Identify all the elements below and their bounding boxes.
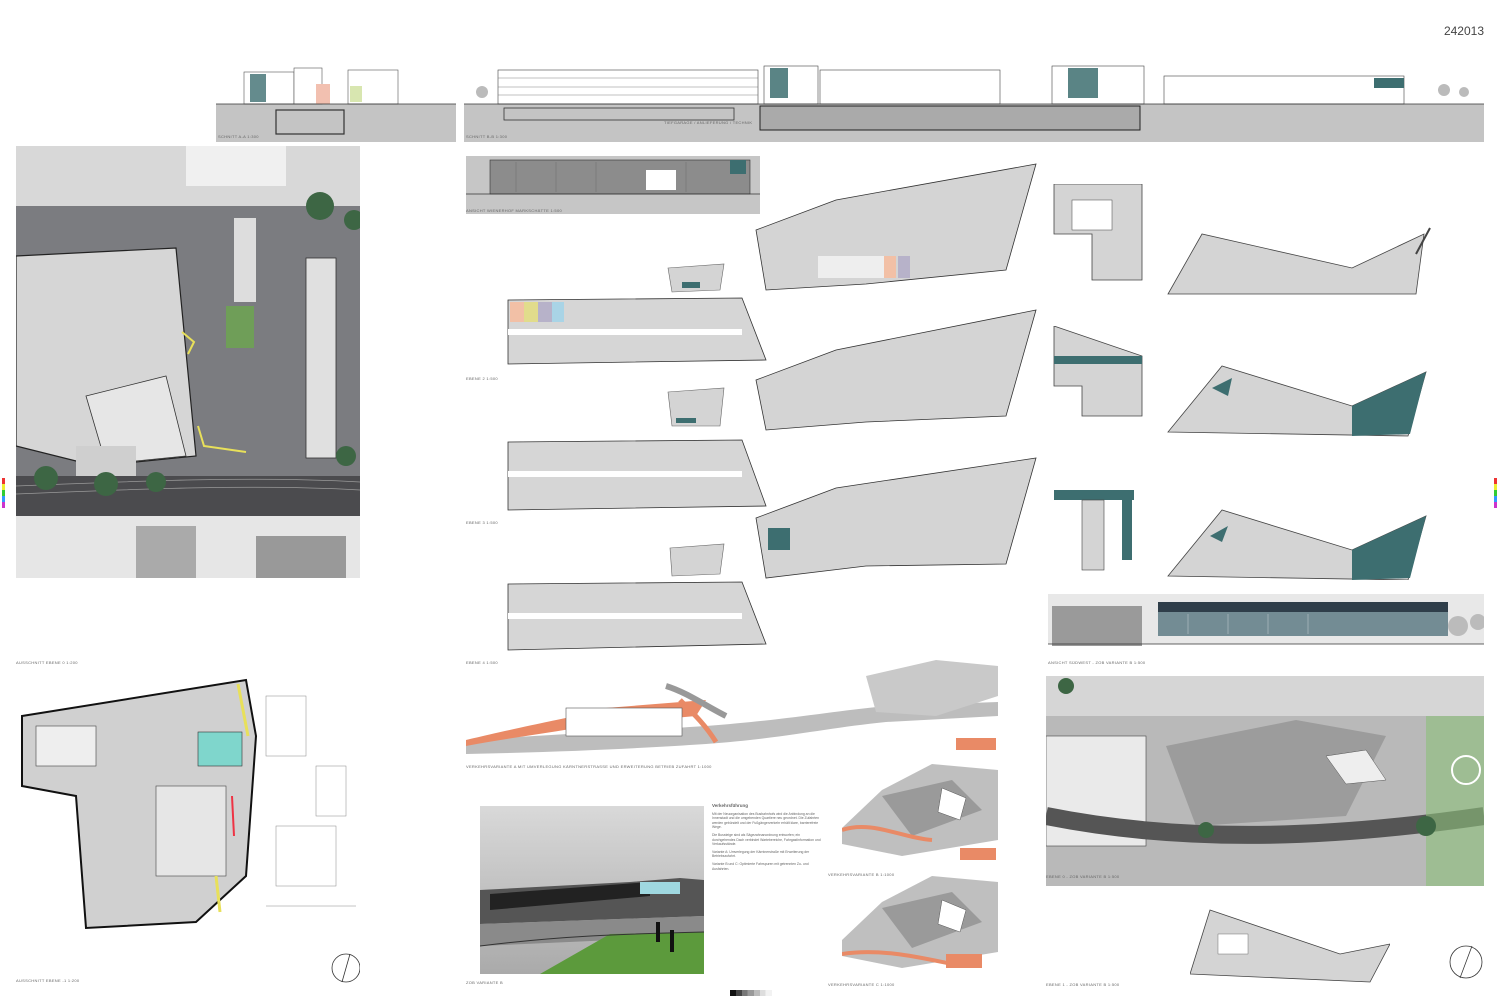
caption-level2: EBENE 2 1:500 [466,376,498,381]
caption-detail-level0: AUSSCHNITT EBENE 0 1:200 [16,660,78,665]
bus-station-elevation: ANSICHT SÜDWEST - ZOB VARIANTE B 1:500 [1048,594,1484,665]
right-plan-row3 [1052,470,1482,580]
section-bb-drawing: SCHNITT B-B 1:300 TIEFGARAGE / ANLIEFERU… [464,62,1484,142]
caption-zob-b: ZOB VARIANTE B [466,980,504,985]
plan-level4: EBENE 4 1:500 [466,454,1040,665]
traffic-variant-b-map: VERKEHRSVARIANTE B 1:1000 [828,760,998,877]
detail-plan-level-minus1: AUSSCHNITT EBENE -1 1:200 [16,676,360,986]
text-block-traffic: Verkehrsführung Mit der Neuorganisation … [712,803,824,874]
caption-bus-elevation: ANSICHT SÜDWEST - ZOB VARIANTE B 1:500 [1048,660,1146,665]
text-block-heading: Verkehrsführung [712,803,749,808]
traffic-variant-c-map: VERKEHRSVARIANTE C 1:1000 [828,872,998,987]
text-block-paragraph: Variante A: Umverlegung der Kärntnerstra… [712,849,810,859]
right-plan-row2 [1052,326,1482,438]
caption-level1-zob: EBENE 1 - ZOB VARIANTE B 1:500 [1046,982,1120,987]
caption-section-aa: SCHNITT A-A 1:300 [218,134,259,139]
zob-plan-level1 [1190,904,1390,984]
caption-traffic-c: VERKEHRSVARIANTE C 1:1000 [828,982,895,987]
detail-plan-level0: AUSSCHNITT EBENE 0 1:200 [16,146,360,665]
caption-level3: EBENE 3 1:500 [466,520,498,525]
registration-mark-left [2,478,5,508]
north-arrow-icon [1448,944,1484,980]
text-block-paragraph: Mit der Neuorganisation des Busbahnhofs … [712,811,820,830]
caption-level0-zob: EBENE 0 - ZOB VARIANTE B 1:500 [1046,874,1120,879]
text-block-paragraph: Variante B und C: Optimierte Fahrspuren … [712,861,809,871]
section-bb-note: TIEFGARAGE / ANLIEFERUNG / TECHNIK [664,120,753,125]
zob-rendering: ZOB VARIANTE B [466,806,704,985]
registration-mark-right [1494,478,1497,508]
traffic-variant-a-map: VERKEHRSVARIANTE A MIT UMVERLEGUNG KÄRNT… [466,656,998,769]
section-aa-drawing: SCHNITT A-A 1:300 [216,64,456,142]
zob-site-plan-level0: EBENE 0 - ZOB VARIANTE B 1:500 [1046,676,1484,886]
caption-traffic-a: VERKEHRSVARIANTE A MIT UMVERLEGUNG KÄRNT… [466,764,712,769]
sheet-number: 242013 [1443,24,1484,38]
grayscale-calibration-bar [730,990,772,996]
caption-section-bb: SCHNITT B-B 1:300 [466,134,508,139]
right-plan-row1 [1052,184,1482,304]
text-block-paragraph: Die Bussteige sind als Sägezahnanordnung… [712,832,821,847]
caption-detail-level-minus1: AUSSCHNITT EBENE -1 1:200 [16,978,80,983]
